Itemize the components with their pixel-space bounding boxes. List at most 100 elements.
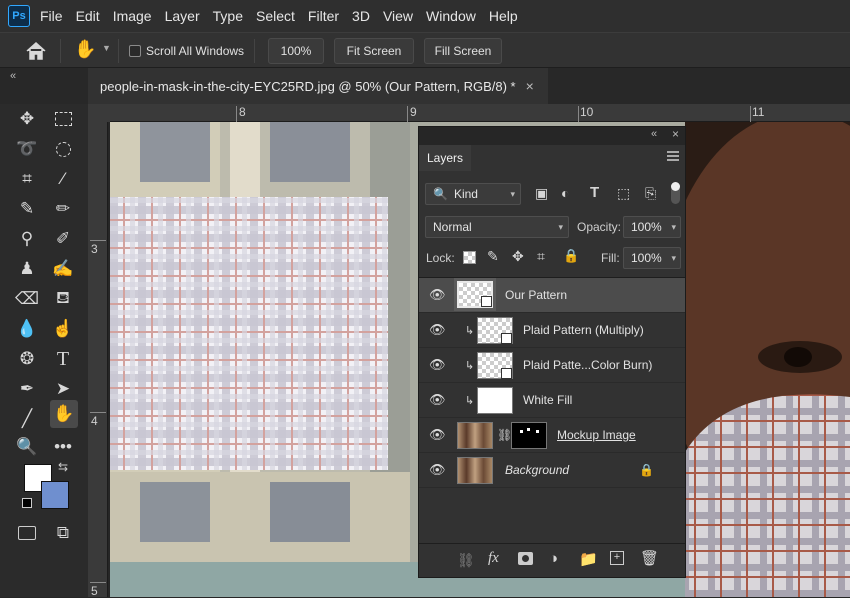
default-colors-icon[interactable]	[22, 498, 32, 508]
history-brush-tool-icon[interactable]: ✐	[50, 226, 76, 252]
fit-screen-button[interactable]: Fit Screen	[334, 38, 414, 64]
visibility-eye-icon[interactable]: 👁	[429, 427, 446, 443]
clone-stamp-tool-icon[interactable]: ⚲	[14, 226, 40, 252]
filter-toggle[interactable]	[671, 182, 680, 204]
scroll-all-windows-checkbox[interactable]	[129, 45, 141, 57]
menu-file[interactable]: File	[40, 8, 63, 24]
collapse-toolbar-icon[interactable]: «	[10, 70, 16, 82]
screen-mode-icon[interactable]: ⧉	[50, 520, 76, 546]
ruler-origin[interactable]	[88, 104, 110, 122]
swap-colors-icon[interactable]: ⇆	[58, 460, 68, 474]
fill-screen-button[interactable]: Fill Screen	[424, 38, 502, 64]
filter-kind-select[interactable]: 🔍 Kind ▾	[425, 183, 521, 205]
healing-brush-tool-icon[interactable]: ✎	[14, 196, 40, 222]
layer-name[interactable]: Plaid Patte...Color Burn)	[523, 358, 652, 372]
visibility-eye-icon[interactable]: 👁	[429, 287, 446, 303]
chevron-down-icon: ▾	[510, 188, 515, 199]
menu-image[interactable]: Image	[113, 8, 152, 24]
filter-pixel-icon[interactable]: ▣	[535, 185, 548, 202]
filter-type-icon[interactable]: T	[590, 184, 599, 201]
line-tool-icon[interactable]: ╱	[14, 406, 40, 432]
visibility-eye-icon[interactable]: 👁	[429, 462, 446, 478]
layer-name[interactable]: Plaid Pattern (Multiply)	[523, 323, 644, 337]
collapse-panel-icon[interactable]: «	[651, 128, 657, 140]
dodge-tool-icon[interactable]: ❂	[14, 346, 40, 372]
document-tab[interactable]: people-in-mask-in-the-city-EYC25RD.jpg @…	[88, 68, 548, 104]
fill-input[interactable]: 100% ▾	[623, 247, 681, 269]
menu-select[interactable]: Select	[256, 8, 295, 24]
background-color-swatch[interactable]	[41, 481, 69, 509]
stamp-tool-icon[interactable]: ♟	[14, 256, 40, 282]
type-tool-icon[interactable]: T	[50, 346, 76, 372]
adjustment-layer-icon[interactable]: ◑	[549, 550, 558, 567]
close-tab-icon[interactable]: ×	[526, 78, 534, 94]
layer-name[interactable]: White Fill	[523, 393, 572, 407]
layer-row-white-fill[interactable]: 👁 ↳ White Fill	[419, 383, 685, 418]
menu-edit[interactable]: Edit	[76, 8, 100, 24]
pen-tool-icon[interactable]: ✒	[14, 376, 40, 402]
lock-all-icon[interactable]: 🔒	[563, 248, 579, 264]
fx-icon[interactable]: fx	[488, 550, 499, 567]
layer-list: 👁 Our Pattern 👁 ↳ Plaid Pattern (Multipl…	[419, 277, 685, 543]
opacity-input[interactable]: 100% ▾	[623, 216, 681, 238]
visibility-eye-icon[interactable]: 👁	[429, 357, 446, 373]
layer-name[interactable]: Our Pattern	[505, 288, 567, 302]
layers-tab[interactable]: Layers	[419, 145, 471, 171]
add-mask-icon[interactable]	[518, 552, 533, 565]
lock-pixels-icon[interactable]: ✎	[487, 248, 499, 265]
blur-tool-icon[interactable]: 💧	[14, 316, 40, 342]
layer-name[interactable]: Background	[505, 463, 569, 477]
filter-adjustment-icon[interactable]: ◐	[561, 185, 569, 201]
layer-row-plaid-color-burn[interactable]: 👁 ↳ Plaid Patte...Color Burn)	[419, 348, 685, 383]
new-group-folder-icon[interactable]: 📁	[579, 550, 598, 568]
brush-tool-icon[interactable]: ✏	[50, 196, 76, 222]
panel-menu-icon[interactable]	[667, 151, 679, 161]
close-panel-icon[interactable]: ×	[672, 127, 679, 141]
ruler-label: 4	[91, 414, 98, 428]
link-layers-icon[interactable]: ⛓	[457, 552, 475, 569]
layer-row-mockup-image[interactable]: 👁 ⛓ Mockup Image	[419, 418, 685, 453]
menu-filter[interactable]: Filter	[308, 8, 339, 24]
menu-view[interactable]: View	[383, 8, 413, 24]
new-layer-icon[interactable]: +	[610, 551, 624, 565]
menu-3d[interactable]: 3D	[352, 8, 370, 24]
visibility-eye-icon[interactable]: 👁	[429, 392, 446, 408]
hand-tool-icon[interactable]: ✋	[50, 400, 78, 428]
menu-layer[interactable]: Layer	[165, 8, 200, 24]
zoom-100-button[interactable]: 100%	[268, 38, 324, 64]
layer-row-background[interactable]: 👁 Background 🔒	[419, 453, 685, 488]
zoom-tool-icon[interactable]: 🔍	[14, 434, 40, 460]
more-tools-icon[interactable]: •••	[50, 434, 76, 460]
blend-mode-select[interactable]: Normal ▾	[425, 216, 569, 238]
quick-mask-icon[interactable]	[14, 520, 40, 546]
crop-tool-icon[interactable]: ⌗	[14, 166, 40, 192]
menu-help[interactable]: Help	[489, 8, 518, 24]
visibility-eye-icon[interactable]: 👁	[429, 322, 446, 338]
marquee-tool-icon[interactable]	[50, 106, 76, 132]
eyedropper-tool-icon[interactable]: ⁄	[50, 166, 76, 192]
filter-shape-icon[interactable]: ⬚	[617, 185, 630, 202]
hand-tool-icon[interactable]: ✋	[74, 39, 96, 60]
menu-window[interactable]: Window	[426, 8, 476, 24]
lock-transparent-icon[interactable]	[463, 251, 476, 264]
photoshop-logo-icon[interactable]: Ps	[8, 5, 30, 27]
lasso-tool-icon[interactable]: ➰	[14, 136, 40, 162]
layer-name[interactable]: Mockup Image	[557, 428, 636, 442]
layer-row-plaid-multiply[interactable]: 👁 ↳ Plaid Pattern (Multiply)	[419, 313, 685, 348]
tool-preset-dropdown-icon[interactable]: ▼	[102, 43, 111, 53]
move-tool-icon[interactable]: ✥	[14, 106, 40, 132]
lock-position-icon[interactable]: ✥	[512, 248, 524, 265]
menu-type[interactable]: Type	[213, 8, 243, 24]
eraser-tool-icon[interactable]: ⌫	[14, 286, 40, 312]
quick-selection-tool-icon[interactable]	[50, 136, 76, 162]
home-icon[interactable]	[24, 40, 48, 62]
path-selection-tool-icon[interactable]: ➤	[50, 376, 76, 402]
filter-smart-object-icon[interactable]: ⎘	[645, 185, 656, 202]
art-history-brush-icon[interactable]: ✍	[50, 256, 76, 282]
lock-artboard-icon[interactable]: ⌗	[537, 248, 545, 265]
delete-layer-trash-icon[interactable]: 🗑	[640, 549, 659, 567]
paint-bucket-tool-icon[interactable]: ⛾	[50, 286, 76, 312]
layer-row-our-pattern[interactable]: 👁 Our Pattern	[419, 278, 685, 313]
mask-link-icon[interactable]: ⛓	[497, 428, 512, 442]
smudge-tool-icon[interactable]: ☝	[50, 316, 76, 342]
